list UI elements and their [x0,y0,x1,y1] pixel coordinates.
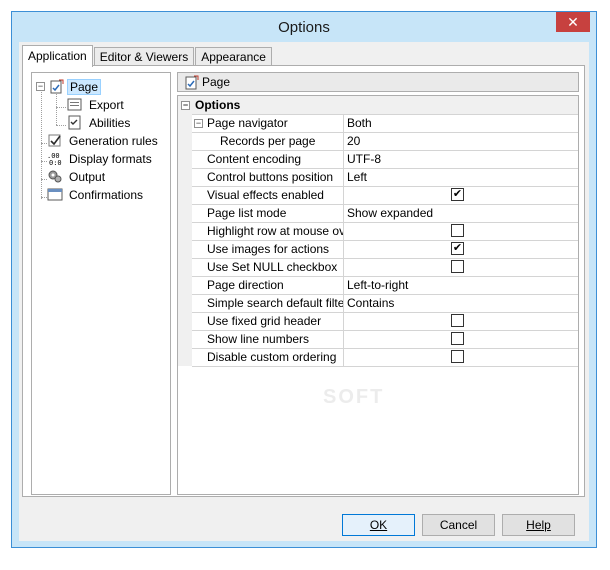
tab-editor-viewers[interactable]: Editor & Viewers [93,47,195,66]
property-panel: Page − Options − Page navigator Both Reco… [177,72,580,495]
options-window: Options ✕ Application Editor & Viewers A… [11,11,597,548]
property-name: Use Set NULL checkbox [207,260,338,274]
help-label: Help [526,518,551,532]
property-value[interactable]: 20 [347,134,360,148]
property-name: Use images for actions [207,242,330,256]
property-value[interactable]: Contains [347,296,394,310]
property-row-page-list-mode[interactable]: Page list mode Show expanded [192,204,578,223]
property-row-page-navigator[interactable]: − Page navigator Both [192,114,578,133]
tree-item-label: Export [89,97,124,112]
confirmations-icon [47,188,63,201]
line-numbers-checkbox[interactable] [451,332,464,345]
rules-icon [48,134,61,147]
group-title: Options [195,98,241,112]
cancel-label: Cancel [439,518,478,532]
set-null-checkbox[interactable] [451,260,464,273]
property-name: Page list mode [207,206,287,220]
tree-item-generation-rules[interactable]: Generation rules [47,132,162,149]
tree-item-label: Abilities [89,115,131,130]
property-value[interactable]: Left-to-right [347,278,408,292]
property-name: Records per page [220,134,316,148]
options-tree[interactable]: − Page Export Abilities Generation rules [31,72,171,495]
watermark: SOFT [323,386,385,408]
panel-title: Page [202,75,231,89]
close-button[interactable]: ✕ [556,12,590,32]
help-button[interactable]: Help [502,514,575,536]
tree-item-label: Confirmations [69,187,144,202]
tree-item-page[interactable]: − Page [36,78,102,95]
property-name: Content encoding [207,152,302,166]
panel-header: Page [177,72,579,92]
tree-item-output[interactable]: Output [47,168,109,185]
tree-item-label: Display formats [69,151,152,166]
page-edit-icon [50,79,64,94]
close-icon: ✕ [567,13,579,30]
property-value[interactable]: Show expanded [347,206,433,220]
formats-icon: .000:0 [47,152,62,166]
property-name: Control buttons position [207,170,334,184]
fixed-grid-header-checkbox[interactable] [451,314,464,327]
property-row-simple-search-filter[interactable]: Simple search default filter Contains [192,294,578,313]
property-row-visual-effects-enabled[interactable]: Visual effects enabled ✔ [192,186,578,205]
tree-item-display-formats[interactable]: .00 0:0 Display formats [47,150,156,167]
property-row-records-per-page[interactable]: Records per page 20 [192,132,578,151]
abilities-icon [68,115,81,130]
property-grid[interactable]: − Options − Page navigator Both Records p… [177,95,579,495]
property-name: Page navigator [207,116,288,130]
property-value[interactable]: Both [347,116,372,130]
ok-label: OK [369,518,388,532]
dialog-client: Application Editor & Viewers Appearance … [19,42,589,541]
property-row-use-set-null[interactable]: Use Set NULL checkbox [192,258,578,277]
svg-text:0:0: 0:0 [49,159,62,166]
tab-application[interactable]: Application [22,45,93,67]
property-row-fixed-grid-header[interactable]: Use fixed grid header [192,312,578,331]
tree-item-confirmations[interactable]: Confirmations [47,186,147,203]
output-icon [48,170,62,183]
tree-item-abilities[interactable]: Abilities [67,114,134,131]
tab-panel: − Page Export Abilities Generation rules [22,65,585,497]
property-row-highlight-row[interactable]: Highlight row at mouse over [192,222,578,241]
collapse-icon[interactable]: − [194,118,203,128]
use-images-checkbox[interactable]: ✔ [451,242,464,255]
property-name: Visual effects enabled [207,188,324,202]
property-row-page-direction[interactable]: Page direction Left-to-right [192,276,578,295]
collapse-icon[interactable]: − [181,100,190,110]
property-name: Show line numbers [207,332,310,346]
property-name: Disable custom ordering [207,350,337,364]
visual-effects-checkbox[interactable]: ✔ [451,188,464,201]
property-name: Simple search default filter [207,296,344,310]
tree-item-export[interactable]: Export [67,96,128,113]
property-row-content-encoding[interactable]: Content encoding UTF-8 [192,150,578,169]
tab-strip: Application Editor & Viewers Appearance [22,45,273,67]
property-row-use-images-for-actions[interactable]: Use images for actions ✔ [192,240,578,259]
window-title: Options [278,19,330,36]
page-edit-icon [185,75,199,89]
grid-indent-gutter [178,114,192,366]
property-name: Highlight row at mouse over [207,224,344,238]
property-name: Use fixed grid header [207,314,322,328]
property-row-disable-custom-ordering[interactable]: Disable custom ordering [192,348,578,367]
tree-item-label: Output [69,169,106,184]
property-value[interactable]: UTF-8 [347,152,381,166]
title-bar[interactable]: Options ✕ [12,12,596,42]
tab-appearance[interactable]: Appearance [195,47,272,66]
tree-item-label: Generation rules [69,133,158,148]
cancel-button[interactable]: Cancel [422,514,495,536]
property-value[interactable]: Left [347,170,367,184]
highlight-row-checkbox[interactable] [451,224,464,237]
property-name: Page direction [207,278,284,292]
collapse-icon[interactable]: − [36,82,45,91]
group-options[interactable]: − Options [178,96,578,115]
property-row-control-buttons-position[interactable]: Control buttons position Left [192,168,578,187]
ok-button[interactable]: OK [342,514,415,536]
custom-ordering-checkbox[interactable] [451,350,464,363]
tree-item-label: Page [67,78,102,95]
property-row-show-line-numbers[interactable]: Show line numbers [192,330,578,349]
export-icon [67,98,82,111]
